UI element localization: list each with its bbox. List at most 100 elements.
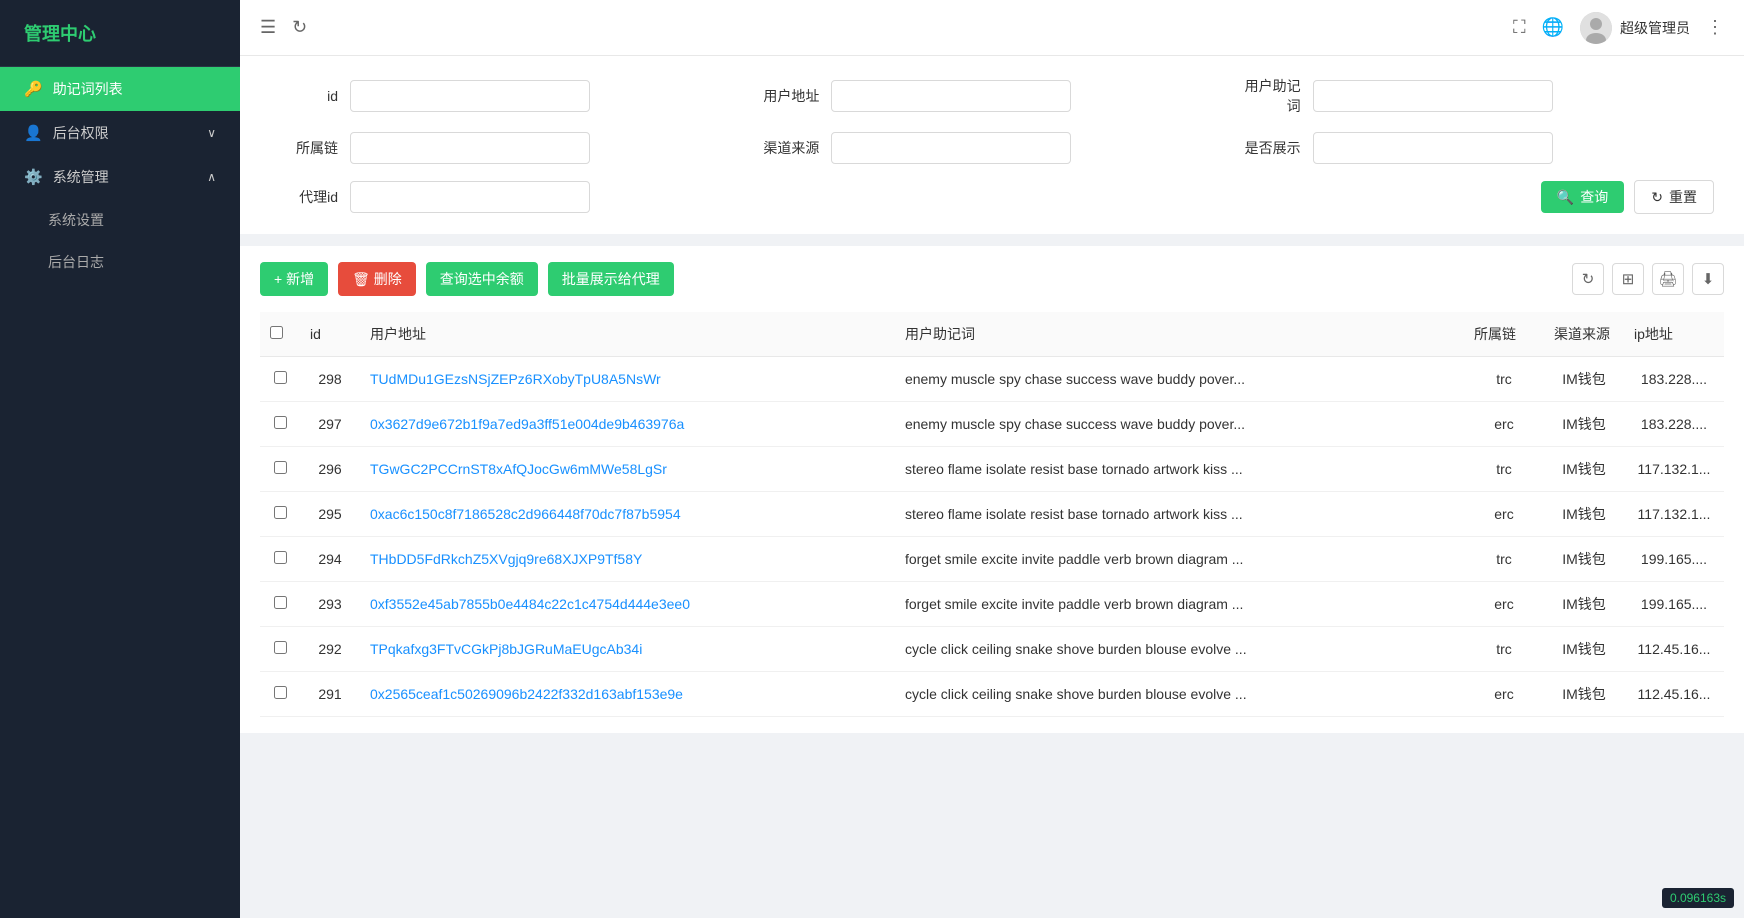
row-id: 294 [300, 537, 360, 582]
row-chain: trc [1464, 537, 1544, 582]
filter-input-agent-id[interactable] [350, 181, 590, 213]
mnemonic-icon: 🔑 [24, 80, 43, 98]
row-checkbox-cell [260, 492, 300, 537]
row-ip-address: 199.165.... [1624, 537, 1724, 582]
row-checkbox[interactable] [274, 596, 287, 609]
row-id: 297 [300, 402, 360, 447]
row-checkbox[interactable] [274, 371, 287, 384]
sidebar-item-mnemonic[interactable]: 🔑 助记词列表 [0, 67, 240, 111]
filter-input-user-mnemonic[interactable] [1313, 80, 1553, 112]
table-row: 292 TPqkafxg3FTvCGkPj8bJGRuMaEUgcAb34i c… [260, 627, 1724, 672]
filter-field-user-mnemonic: 用户助记词 [1233, 76, 1714, 116]
sidebar-item-backend-perms[interactable]: 👤 后台权限 ∨ [0, 111, 240, 155]
filter-field-user-address: 用户地址 [751, 80, 1232, 112]
row-checkbox[interactable] [274, 551, 287, 564]
row-checkbox-cell [260, 447, 300, 492]
row-channel-source: IM钱包 [1544, 402, 1624, 447]
row-user-address[interactable]: 0x2565ceaf1c50269096b2422f332d163abf153e… [360, 672, 895, 717]
row-user-mnemonic: cycle click ceiling snake shove burden b… [895, 672, 1464, 717]
header-right: ⛶ 🌐 超级管理员 ⋮ [1513, 12, 1724, 44]
row-checkbox[interactable] [274, 461, 287, 474]
batch-show-button[interactable]: 批量展示给代理 [548, 262, 674, 296]
row-user-address[interactable]: 0x3627d9e672b1f9a7ed9a3ff51e004de9b46397… [360, 402, 895, 447]
delete-button[interactable]: 🗑 删除 [338, 262, 416, 296]
filter-input-user-address[interactable] [831, 80, 1071, 112]
globe-icon[interactable]: 🌐 [1542, 17, 1564, 38]
row-user-address[interactable]: TUdMDu1GEzsNSjZEPz6RXobyTpU8A5NsWr [360, 357, 895, 402]
row-user-address[interactable]: THbDD5FdRkchZ5XVgjq9re68XJXP9Tf58Y [360, 537, 895, 582]
row-checkbox[interactable] [274, 416, 287, 429]
row-user-mnemonic: enemy muscle spy chase success wave budd… [895, 357, 1464, 402]
table-toolbar: + 新增 🗑 删除 查询选中余额 批量展示给代理 ↻ ⊞ 🖨 ⬇ [260, 262, 1724, 296]
filter-input-id[interactable] [350, 80, 590, 112]
row-user-address[interactable]: 0xac6c150c8f7186528c2d966448f70dc7f87b59… [360, 492, 895, 537]
row-checkbox[interactable] [274, 506, 287, 519]
row-ip-address: 199.165.... [1624, 582, 1724, 627]
chevron-up-icon: ∧ [207, 170, 216, 184]
row-ip-address: 112.45.16... [1624, 672, 1724, 717]
filter-label-chain: 所属链 [270, 138, 350, 158]
menu-toggle-icon[interactable]: ☰ [260, 17, 276, 38]
row-channel-source: IM钱包 [1544, 672, 1624, 717]
main-content: ☰ ↻ ⛶ 🌐 超级管理员 ⋮ [240, 0, 1744, 918]
filter-label-agent-id: 代理id [270, 187, 350, 207]
search-button[interactable]: 🔍 查询 [1541, 181, 1624, 213]
table-row: 294 THbDD5FdRkchZ5XVgjq9re68XJXP9Tf58Y f… [260, 537, 1724, 582]
row-ip-address: 183.228.... [1624, 357, 1724, 402]
sidebar-subitem-label: 系统设置 [48, 210, 104, 230]
filter-label-user-address: 用户地址 [751, 86, 831, 106]
row-ip-address: 183.228.... [1624, 402, 1724, 447]
row-user-mnemonic: stereo flame isolate resist base tornado… [895, 492, 1464, 537]
row-checkbox[interactable] [274, 686, 287, 699]
filter-field-chain: 所属链 [270, 132, 751, 164]
row-id: 296 [300, 447, 360, 492]
refresh-table-icon[interactable]: ↻ [1572, 263, 1604, 295]
filter-label-channel-source: 渠道来源 [751, 138, 831, 158]
row-channel-source: IM钱包 [1544, 492, 1624, 537]
user-info[interactable]: 超级管理员 [1580, 12, 1690, 44]
row-chain: trc [1464, 447, 1544, 492]
row-checkbox-cell [260, 357, 300, 402]
add-button[interactable]: + 新增 [260, 262, 328, 296]
query-balance-button[interactable]: 查询选中余额 [426, 262, 538, 296]
row-checkbox-cell [260, 672, 300, 717]
fullscreen-icon[interactable]: ⛶ [1513, 17, 1526, 38]
filter-input-chain[interactable] [350, 132, 590, 164]
sidebar-item-system-mgmt[interactable]: ⚙️ 系统管理 ∧ [0, 155, 240, 199]
filter-input-is-show[interactable] [1313, 132, 1553, 164]
sidebar-item-backend-log[interactable]: 后台日志 [0, 241, 240, 283]
row-user-mnemonic: forget smile excite invite paddle verb b… [895, 582, 1464, 627]
sidebar-subitem-label: 后台日志 [48, 252, 104, 272]
row-chain: erc [1464, 492, 1544, 537]
print-icon[interactable]: 🖨 [1652, 263, 1684, 295]
system-icon: ⚙️ [24, 168, 43, 186]
sidebar-item-system-settings[interactable]: 系统设置 [0, 199, 240, 241]
reset-button[interactable]: ↻ 重置 [1634, 180, 1714, 214]
column-settings-icon[interactable]: ⊞ [1612, 263, 1644, 295]
row-channel-source: IM钱包 [1544, 537, 1624, 582]
header: ☰ ↻ ⛶ 🌐 超级管理员 ⋮ [240, 0, 1744, 56]
row-user-address[interactable]: TPqkafxg3FTvCGkPj8bJGRuMaEUgcAb34i [360, 627, 895, 672]
row-channel-source: IM钱包 [1544, 582, 1624, 627]
table-row: 298 TUdMDu1GEzsNSjZEPz6RXobyTpU8A5NsWr e… [260, 357, 1724, 402]
col-user-mnemonic: 用户助记词 [895, 312, 1464, 357]
col-chain: 所属链 [1464, 312, 1544, 357]
row-user-address[interactable]: 0xf3552e45ab7855b0e4484c22c1c4754d444e3e… [360, 582, 895, 627]
col-ip-address: ip地址 [1624, 312, 1724, 357]
filter-row-2: 所属链 渠道来源 是否展示 [270, 132, 1714, 164]
row-user-address[interactable]: TGwGC2PCCrnST8xAfQJocGw6mMWe58LgSr [360, 447, 895, 492]
select-all-checkbox[interactable] [270, 326, 283, 339]
row-channel-source: IM钱包 [1544, 627, 1624, 672]
filter-input-channel-source[interactable] [831, 132, 1071, 164]
row-checkbox[interactable] [274, 641, 287, 654]
refresh-icon[interactable]: ↻ [292, 17, 307, 38]
row-checkbox-cell [260, 537, 300, 582]
row-id: 291 [300, 672, 360, 717]
row-id: 298 [300, 357, 360, 402]
row-chain: erc [1464, 672, 1544, 717]
filter-label-id: id [270, 88, 350, 104]
more-icon[interactable]: ⋮ [1706, 17, 1724, 38]
export-icon[interactable]: ⬇ [1692, 263, 1724, 295]
row-ip-address: 117.132.1... [1624, 447, 1724, 492]
row-ip-address: 112.45.16... [1624, 627, 1724, 672]
